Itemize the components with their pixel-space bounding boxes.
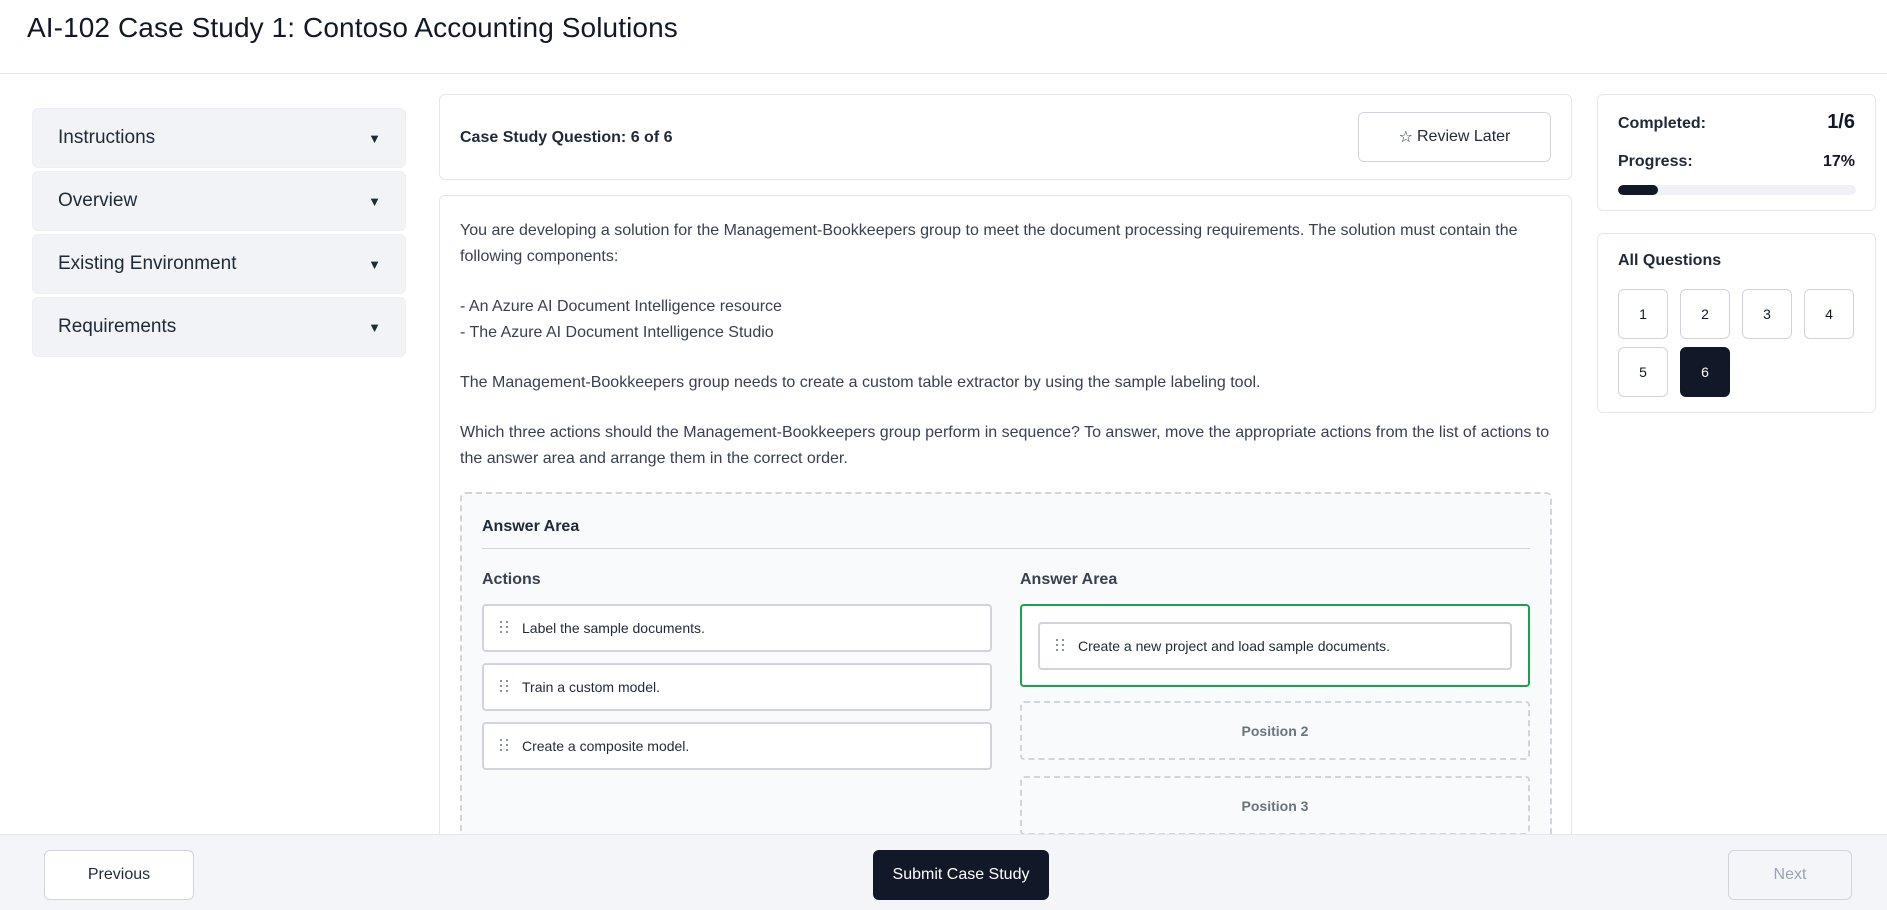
accordion-existing-environment[interactable]: Existing Environment ▼ xyxy=(32,234,406,294)
accordion-label: Instructions xyxy=(58,127,156,148)
question-text: You are developing a solution for the Ma… xyxy=(460,218,1555,496)
placed-action-item[interactable]: Create a new project and load sample doc… xyxy=(1038,622,1512,670)
page-title: AI-102 Case Study 1: Contoso Accounting … xyxy=(27,12,678,43)
action-item[interactable]: Label the sample documents. xyxy=(482,604,992,652)
question-nav-2[interactable]: 2 xyxy=(1680,289,1730,339)
accordion-overview[interactable]: Overview ▼ xyxy=(32,171,406,231)
action-label: Create a composite model. xyxy=(522,738,690,754)
answer-area-title: Answer Area xyxy=(482,518,580,535)
accordion-requirements[interactable]: Requirements ▼ xyxy=(32,297,406,357)
drag-drop-area: Answer Area Actions Answer Area Label th… xyxy=(460,492,1552,855)
progress-label: Progress: xyxy=(1618,153,1693,170)
all-questions-card: All Questions 1 2 3 4 5 6 xyxy=(1597,233,1876,413)
all-questions-title: All Questions xyxy=(1618,252,1722,269)
action-label: Create a new project and load sample doc… xyxy=(1078,638,1391,654)
footer-bar: Previous Submit Case Study Next xyxy=(0,834,1887,910)
progress-card: Completed: 1/6 Progress: 17% xyxy=(1597,94,1876,211)
chevron-down-icon: ▼ xyxy=(368,257,381,272)
question-nav-1[interactable]: 1 xyxy=(1618,289,1668,339)
answer-column-title: Answer Area xyxy=(1020,571,1118,588)
question-paragraph: The Management-Bookkeepers group needs t… xyxy=(460,374,1261,391)
drag-handle-icon[interactable] xyxy=(500,680,510,694)
divider xyxy=(482,548,1530,549)
review-later-button[interactable]: ☆ Review Later xyxy=(1358,112,1551,162)
answer-slot-2[interactable]: Position 2 xyxy=(1020,701,1530,760)
question-nav-6[interactable]: 6 xyxy=(1680,347,1730,397)
actions-column-title: Actions xyxy=(482,571,541,588)
drag-handle-icon[interactable] xyxy=(500,739,510,753)
submit-case-study-button[interactable]: Submit Case Study xyxy=(873,850,1049,900)
progress-bar xyxy=(1618,185,1856,195)
chevron-down-icon: ▼ xyxy=(368,320,381,335)
action-label: Label the sample documents. xyxy=(522,620,705,636)
completed-label: Completed: xyxy=(1618,115,1706,132)
case-study-sidebar: Instructions ▼ Overview ▼ Existing Envir… xyxy=(32,108,406,360)
question-nav-3[interactable]: 3 xyxy=(1742,289,1792,339)
accordion-instructions[interactable]: Instructions ▼ xyxy=(32,108,406,168)
star-icon: ☆ xyxy=(1398,129,1413,146)
completed-value: 1/6 xyxy=(1827,111,1855,133)
drag-handle-icon[interactable] xyxy=(500,621,510,635)
answer-slot-3[interactable]: Position 3 xyxy=(1020,776,1530,835)
previous-button[interactable]: Previous xyxy=(44,850,194,900)
action-item[interactable]: Create a composite model. xyxy=(482,722,992,770)
question-nav-5[interactable]: 5 xyxy=(1618,347,1668,397)
question-nav-4[interactable]: 4 xyxy=(1804,289,1854,339)
question-body-card: You are developing a solution for the Ma… xyxy=(439,195,1572,855)
action-item[interactable]: Train a custom model. xyxy=(482,663,992,711)
action-label: Train a custom model. xyxy=(522,679,660,695)
chevron-down-icon: ▼ xyxy=(368,131,381,146)
accordion-label: Requirements xyxy=(58,316,177,337)
question-paragraph: Which three actions should the Managemen… xyxy=(460,424,1550,467)
question-counter: Case Study Question: 6 of 6 xyxy=(460,129,673,146)
question-bullet: - An Azure AI Document Intelligence reso… xyxy=(460,298,782,315)
progress-bar-fill xyxy=(1618,185,1659,195)
question-bullet: - The Azure AI Document Intelligence Stu… xyxy=(460,324,774,341)
next-button[interactable]: Next xyxy=(1728,850,1852,900)
drag-handle-icon[interactable] xyxy=(1056,639,1066,653)
answer-slot-1[interactable]: Create a new project and load sample doc… xyxy=(1020,604,1530,687)
chevron-down-icon: ▼ xyxy=(368,194,381,209)
question-header-card: Case Study Question: 6 of 6 ☆ Review Lat… xyxy=(439,94,1572,180)
question-paragraph: You are developing a solution for the Ma… xyxy=(460,222,1518,265)
progress-value: 17% xyxy=(1822,153,1855,170)
accordion-label: Existing Environment xyxy=(58,253,237,274)
review-later-label: Review Later xyxy=(1416,128,1511,145)
top-bar: AI-102 Case Study 1: Contoso Accounting … xyxy=(0,0,1887,74)
accordion-label: Overview xyxy=(58,190,138,211)
